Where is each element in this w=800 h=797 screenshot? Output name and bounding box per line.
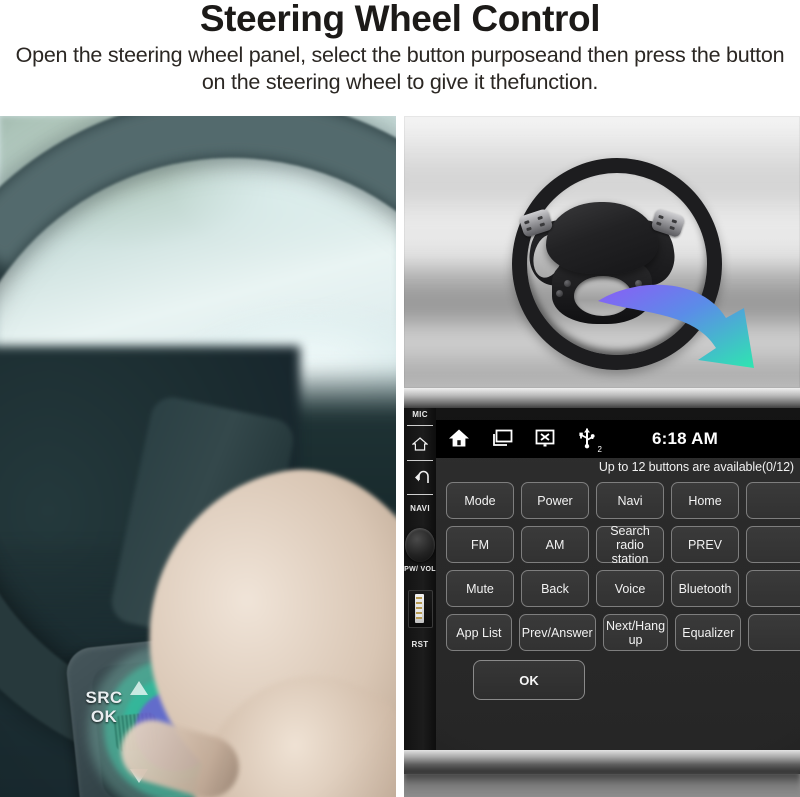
function-button-equalizer[interactable]: Equalizer: [675, 614, 742, 651]
function-button-app-list[interactable]: App List: [446, 614, 512, 651]
status-bar: 2 6:18 AM: [436, 420, 800, 458]
function-button-overflow[interactable]: [748, 614, 800, 651]
function-button-home[interactable]: Home: [671, 482, 739, 519]
function-button-overflow[interactable]: [746, 482, 800, 519]
button-row: FM AM Search radio station PREV: [446, 524, 800, 566]
page-root: Steering Wheel Control Open the steering…: [0, 0, 800, 797]
bezel-usb-port-icon: [408, 590, 433, 628]
button-row: Mode Power Navi Home: [446, 482, 800, 519]
bezel-reset-label[interactable]: RST: [404, 640, 436, 649]
header: Steering Wheel Control Open the steering…: [0, 0, 800, 116]
bezel-knob-label: PW/ VOL: [404, 566, 436, 573]
available-buttons-hint: Up to 12 buttons are available(0/12): [598, 460, 794, 474]
function-button-overflow[interactable]: [746, 526, 800, 563]
function-button-overflow[interactable]: [746, 570, 800, 607]
function-button-fm[interactable]: FM: [446, 526, 514, 563]
function-button-search-radio-station[interactable]: Search radio station: [596, 524, 664, 566]
head-unit-bottom-trim: [404, 750, 800, 774]
right-illustration-panel: MIC NAVI PW/ VOL RST 2 6:18 AM Up to 12 …: [404, 116, 800, 797]
head-unit-screen: 2 6:18 AM Up to 12 buttons are available…: [436, 420, 800, 752]
bezel-navi-label[interactable]: NAVI: [404, 504, 436, 513]
bezel-back-arrow-icon[interactable]: [412, 470, 429, 485]
head-unit-bezel: MIC NAVI PW/ VOL RST: [404, 408, 436, 753]
function-button-navi[interactable]: Navi: [596, 482, 664, 519]
steering-wheel-illustration: [404, 116, 800, 388]
illustration-edge: [404, 116, 800, 388]
function-button-mode[interactable]: Mode: [446, 482, 514, 519]
left-photo-panel: SRC OK: [0, 116, 396, 797]
bezel-power-volume-knob[interactable]: [405, 528, 435, 562]
function-button-am[interactable]: AM: [521, 526, 589, 563]
screen-off-icon[interactable]: [534, 428, 556, 453]
bezel-mic-label: MIC: [412, 410, 428, 419]
function-button-next-hang-up[interactable]: Next/Hang up: [602, 614, 669, 651]
bezel-divider: [407, 460, 433, 461]
right-panel-body: MIC NAVI PW/ VOL RST 2 6:18 AM Up to 12 …: [404, 116, 800, 797]
head-unit-top-trim: [404, 388, 800, 410]
steering-wheel-photo: SRC OK: [0, 116, 396, 797]
bezel-divider: [407, 425, 433, 426]
page-title: Steering Wheel Control: [199, 0, 601, 39]
function-button-mute[interactable]: Mute: [446, 570, 514, 607]
subtitle-line-1: Open the steering wheel panel, select th…: [15, 43, 686, 67]
function-button-voice[interactable]: Voice: [596, 570, 664, 607]
function-button-power[interactable]: Power: [521, 482, 589, 519]
page-subtitle: Open the steering wheel panel, select th…: [8, 42, 792, 96]
photo-vignette: [0, 116, 396, 797]
button-assign-grid: Mode Power Navi Home FM AM Search radio …: [446, 482, 800, 700]
bezel-divider: [407, 494, 433, 495]
bezel-home-icon[interactable]: [411, 436, 429, 452]
button-row: Mute Back Voice Bluetooth: [446, 570, 800, 607]
head-unit-base-surface: [404, 772, 800, 797]
recent-apps-icon[interactable]: [491, 428, 513, 453]
function-button-back[interactable]: Back: [521, 570, 589, 607]
clock-display: 6:18 AM: [652, 429, 718, 448]
button-row: App List Prev/Answer Next/Hang up Equali…: [446, 614, 800, 651]
function-button-prev[interactable]: PREV: [671, 526, 739, 563]
head-unit: MIC NAVI PW/ VOL RST 2 6:18 AM Up to 12 …: [404, 388, 800, 797]
home-icon[interactable]: [448, 428, 470, 453]
ok-button[interactable]: OK: [473, 660, 585, 700]
function-button-bluetooth[interactable]: Bluetooth: [671, 570, 739, 607]
function-button-prev-answer[interactable]: Prev/Answer: [518, 614, 596, 651]
